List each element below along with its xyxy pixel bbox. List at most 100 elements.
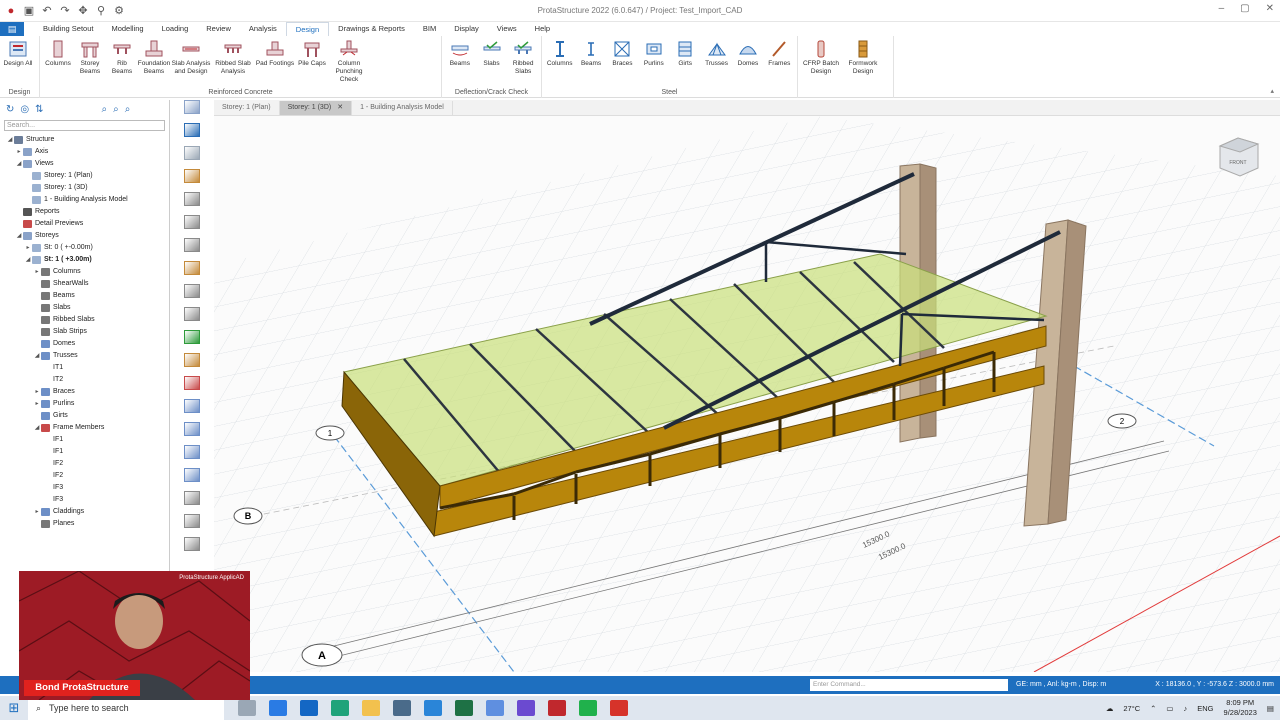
tree-node[interactable]: ▸ Braces	[0, 386, 169, 398]
collapse-ribbon-icon[interactable]: ▴	[1270, 87, 1274, 95]
tree-node[interactable]: ▸ Claddings	[0, 506, 169, 518]
tab-storey-3d[interactable]: Storey: 1 (3D) ✕	[279, 100, 353, 115]
file-menu-button[interactable]: ▤	[0, 22, 24, 36]
vertical-tool-icon[interactable]	[184, 215, 200, 229]
tab-design[interactable]: Design	[285, 21, 330, 37]
command-input[interactable]: Enter Command...	[810, 679, 1008, 691]
clock[interactable]: 8:09 PM 9/28/2023	[1224, 698, 1257, 718]
windows-start-icon[interactable]: ⊞	[0, 700, 28, 716]
zoom-window-icon[interactable]: ⌕	[113, 104, 119, 115]
tab-loading[interactable]: Loading	[153, 22, 198, 36]
tree-node[interactable]: 1 - Building Analysis Model	[0, 194, 169, 206]
formwork-design-button[interactable]: Formwork Design	[843, 38, 883, 98]
vertical-tool-icon[interactable]	[184, 261, 200, 275]
tree-node[interactable]: Domes	[0, 338, 169, 350]
vertical-tool-icon[interactable]	[184, 100, 200, 114]
tree-expander-icon[interactable]: ▸	[33, 386, 41, 398]
todo-app-icon[interactable]	[269, 700, 287, 716]
tree-search-input[interactable]: Search...	[4, 120, 165, 131]
tree-node[interactable]: ◢ St: 1 ( +3.00m)	[0, 254, 169, 266]
undo-icon[interactable]: ↶	[40, 4, 54, 18]
3d-viewport[interactable]: 1 2 A B 15300.0 15300.0 FRONT	[214, 116, 1280, 672]
tree-node[interactable]: Ribbed Slabs	[0, 314, 169, 326]
zoom-search-icon[interactable]: ⌕	[102, 104, 108, 115]
tree-node[interactable]: Storey: 1 (Plan)	[0, 170, 169, 182]
notification-icon[interactable]: ▤	[1267, 704, 1274, 713]
vertical-tool-icon[interactable]	[184, 537, 200, 551]
tree-node[interactable]: ▸ St: 0 ( +-0.00m)	[0, 242, 169, 254]
tree-node[interactable]: IF1	[0, 446, 169, 458]
tree-node[interactable]: Detail Previews	[0, 218, 169, 230]
tree-expander-icon[interactable]: ◢	[33, 350, 41, 362]
acrobat-icon[interactable]	[610, 700, 628, 716]
tree-expander-icon[interactable]: ◢	[24, 254, 32, 266]
tree-node[interactable]: ▸ Purlins	[0, 398, 169, 410]
filter-icon[interactable]: ⚲	[94, 4, 108, 18]
mail-icon[interactable]	[424, 700, 442, 716]
vertical-tool-icon[interactable]	[184, 353, 200, 367]
vertical-tool-icon[interactable]	[184, 422, 200, 436]
tree-expander-icon[interactable]: ◢	[6, 134, 14, 146]
vertical-tool-icon[interactable]	[184, 238, 200, 252]
tree-expander-icon[interactable]: ▸	[33, 266, 41, 278]
sort-icon[interactable]: ⇅	[35, 104, 43, 115]
tab-help[interactable]: Help	[526, 22, 559, 36]
tray-chevron-icon[interactable]: ⌃	[1150, 704, 1156, 713]
tree-node[interactable]: IF2	[0, 458, 169, 470]
tab-storey-plan[interactable]: Storey: 1 (Plan)	[214, 100, 280, 115]
vertical-tool-icon[interactable]	[184, 307, 200, 321]
tree-node[interactable]: Storey: 1 (3D)	[0, 182, 169, 194]
redo-icon[interactable]: ↷	[58, 4, 72, 18]
tree-node[interactable]: IT2	[0, 374, 169, 386]
settings-icon[interactable]: ⚙	[112, 4, 126, 18]
vertical-tool-icon[interactable]	[184, 376, 200, 390]
cfrp-batch-design-button[interactable]: CFRP Batch Design	[801, 38, 841, 98]
edge-icon[interactable]	[331, 700, 349, 716]
tree-expander-icon[interactable]: ◢	[15, 230, 23, 242]
tree-node[interactable]: ◢ Trusses	[0, 350, 169, 362]
zoom-extents-icon[interactable]: ⌕	[125, 104, 131, 115]
vertical-tool-icon[interactable]	[184, 491, 200, 505]
excel-icon[interactable]	[455, 700, 473, 716]
tree-node[interactable]: ShearWalls	[0, 278, 169, 290]
move-icon[interactable]: ✥	[76, 4, 90, 18]
vertical-tool-icon[interactable]	[184, 192, 200, 206]
tab-drawings-reports[interactable]: Drawings & Reports	[329, 22, 414, 36]
tree-node[interactable]: ◢ Views	[0, 158, 169, 170]
tab-building-setout[interactable]: Building Setout	[34, 22, 102, 36]
tab-bim[interactable]: BIM	[414, 22, 445, 36]
tree-node[interactable]: IF3	[0, 482, 169, 494]
tab-modelling[interactable]: Modelling	[102, 22, 152, 36]
tab-analysis[interactable]: Analysis	[240, 22, 286, 36]
network-icon[interactable]: ▭	[1166, 704, 1173, 713]
tree-node[interactable]: Slabs	[0, 302, 169, 314]
tree-expander-icon[interactable]: ▸	[24, 242, 32, 254]
volume-icon[interactable]: ♪	[1184, 704, 1188, 713]
vertical-tool-icon[interactable]	[184, 399, 200, 413]
tab-review[interactable]: Review	[197, 22, 240, 36]
minimize-button[interactable]: –	[1219, 3, 1225, 14]
tree-expander-icon[interactable]: ▸	[15, 146, 23, 158]
outlook-icon[interactable]	[300, 700, 318, 716]
close-button[interactable]: ✕	[1266, 3, 1274, 14]
tree-node[interactable]: ◢ Structure	[0, 134, 169, 146]
tree-node[interactable]: IF2	[0, 470, 169, 482]
tree-expander-icon[interactable]: ◢	[33, 422, 41, 434]
vertical-tool-icon[interactable]	[184, 169, 200, 183]
close-tab-icon[interactable]: ✕	[337, 101, 343, 115]
chrome-icon[interactable]	[486, 700, 504, 716]
language-indicator[interactable]: ENG	[1197, 704, 1213, 713]
tree-node[interactable]: Beams	[0, 290, 169, 302]
globe-icon[interactable]: ◎	[20, 104, 29, 115]
line-icon[interactable]	[579, 700, 597, 716]
tree-node[interactable]: ▸ Axis	[0, 146, 169, 158]
vertical-tool-icon[interactable]	[184, 445, 200, 459]
save-icon[interactable]: ▣	[22, 4, 36, 18]
vertical-tool-icon[interactable]	[184, 468, 200, 482]
tree-node[interactable]: Slab Strips	[0, 326, 169, 338]
tree-expander-icon[interactable]: ◢	[15, 158, 23, 170]
tree-node[interactable]: ◢ Frame Members	[0, 422, 169, 434]
refresh-icon[interactable]: ↻	[6, 104, 14, 115]
protastructure-icon[interactable]	[548, 700, 566, 716]
tree-node[interactable]: ◢ Storeys	[0, 230, 169, 242]
